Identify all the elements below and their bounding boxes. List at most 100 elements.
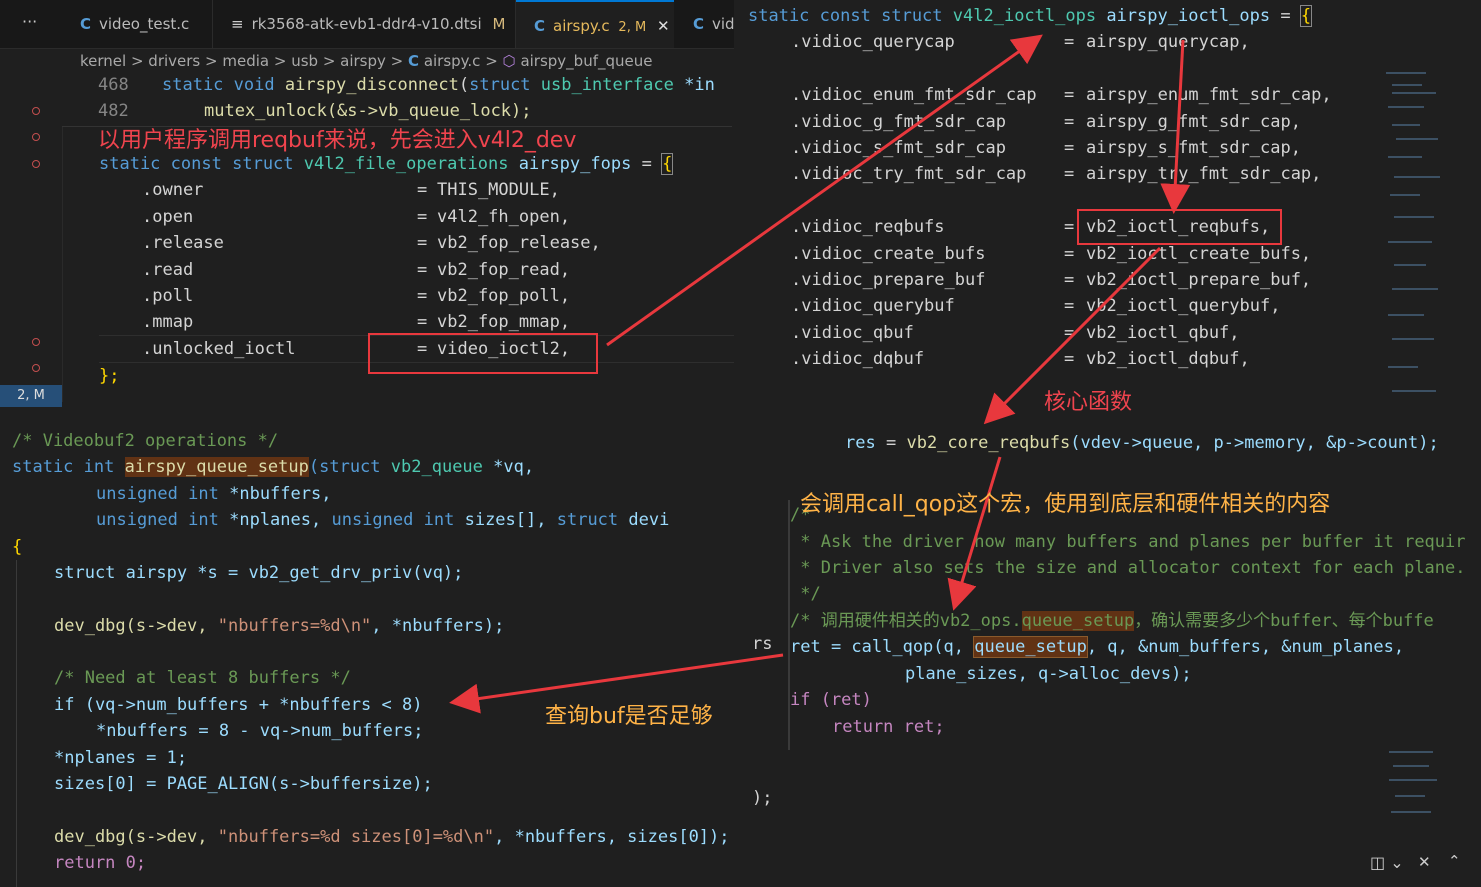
call-qop-panel: /* * Ask the driver how many buffers and… (752, 500, 1481, 815)
tab-modified-badge: M (492, 15, 506, 33)
menu-file-icon: ≡ (231, 15, 244, 33)
close-icon[interactable]: ✕ (657, 17, 670, 35)
comment-line: * Ask the driver how many buffers and pl… (790, 532, 1466, 552)
code-line: static int airspy_queue_setup(struct vb2… (12, 457, 535, 477)
ioctl-value: vb2_ioctl_qbuf, (1086, 323, 1240, 343)
ioctl-key: .vidioc_querycap (791, 32, 955, 52)
code-line: if (vq->num_buffers + *nbuffers < 8) (54, 695, 423, 715)
fops-value: vb2_fop_read, (437, 260, 571, 280)
fops-key: .mmap (142, 312, 194, 332)
breadcrumb-item[interactable]: airspy.c (424, 52, 481, 70)
ioctl-eq: = (1064, 270, 1075, 290)
ioctl-value: airspy_querycap, (1086, 32, 1250, 52)
tab-video-test[interactable]: Cvideo_test.c (62, 0, 213, 48)
tab-label: rk3568-atk-evb1-ddr4-v10.dtsi (251, 15, 482, 33)
ioctl-ops-panel: static const struct v4l2_ioctl_ops airsp… (734, 0, 1481, 388)
fops-key: .unlocked_ioctl (142, 339, 296, 359)
breadcrumb-item[interactable]: kernel (80, 52, 126, 70)
code-line: dev_dbg(s->dev, "nbuffers=%d sizes[0]=%d… (54, 827, 730, 847)
layout-toggle-icon[interactable]: ◫ ⌄ (1370, 853, 1404, 872)
ioctl-value: airspy_s_fmt_sdr_cap, (1086, 138, 1301, 158)
status-badge: 2, M (0, 385, 62, 407)
ioctl-value: airspy_enum_fmt_sdr_cap, (1086, 85, 1332, 105)
tab-label: vid (712, 15, 735, 33)
c-file-icon: C (693, 15, 705, 33)
comment-line: * Driver also sets the size and allocato… (790, 558, 1466, 578)
ioctl-key: .vidioc_qbuf (791, 323, 914, 343)
fops-eq: = (417, 233, 428, 253)
ioctl-eq: = (1064, 349, 1075, 369)
code-fragment: ); (752, 788, 773, 808)
code-line: if (ret) (790, 690, 872, 710)
ioctl-value: vb2_ioctl_dqbuf, (1086, 349, 1250, 369)
tab-dtsi[interactable]: ≡ rk3568-atk-evb1-ddr4-v10.dtsi M (213, 0, 516, 48)
ioctl-key: .vidioc_dqbuf (791, 349, 925, 369)
line-number: 482 (98, 101, 129, 121)
ioctl-key: .vidioc_s_fmt_sdr_cap (791, 138, 1006, 158)
annotation-core-function: 核心函数 (1044, 390, 1133, 415)
code-line: dev_dbg(s->dev, "nbuffers=%d\n", *nbuffe… (54, 616, 505, 636)
scroll-up-icon[interactable]: ⌃ (1448, 852, 1461, 870)
breakpoint-icon[interactable] (32, 338, 40, 346)
fops-key: .release (142, 233, 224, 253)
breadcrumb-item[interactable]: usb (291, 52, 318, 70)
line-number: 468 (98, 75, 129, 95)
code-line: ret = call_qop(q, queue_setup, q, &num_b… (790, 636, 1405, 658)
fops-value: THIS_MODULE, (437, 180, 560, 200)
breakpoint-icon[interactable] (32, 364, 40, 372)
ioctl-eq: = (1064, 164, 1075, 184)
ioctl-eq: = (1064, 112, 1075, 132)
ioctl-eq: = (1064, 323, 1075, 343)
reqbufs-call-panel: res = vb2_core_reqbufs(vdev->queue, p->m… (745, 420, 1481, 490)
code-line: return ret; (832, 717, 945, 737)
breakpoint-icon[interactable] (32, 133, 40, 141)
ioctl-eq: = (1064, 296, 1075, 316)
ioctl-key: .vidioc_reqbufs (791, 217, 945, 237)
comment-line: /* Need at least 8 buffers */ (54, 668, 351, 688)
fops-value: vb2_fop_mmap, (437, 312, 571, 332)
fops-key: .owner (142, 180, 204, 200)
tab-airspy[interactable]: Cairspy.c 2, M ✕ (516, 0, 674, 48)
ioctl-key: .vidioc_prepare_buf (791, 270, 986, 290)
c-file-icon: C (534, 17, 546, 35)
breakpoint-icon[interactable] (32, 160, 40, 168)
code-line: return 0; (54, 853, 147, 873)
ioctl-key: .vidioc_enum_fmt_sdr_cap (791, 85, 1037, 105)
close-panel-icon[interactable]: ✕ (1418, 853, 1431, 871)
breadcrumb-item[interactable]: media (222, 52, 269, 70)
fops-eq: = (417, 180, 428, 200)
breakpoint-icon[interactable] (32, 107, 40, 115)
more-tabs-icon[interactable]: ··· (22, 12, 37, 31)
annotation-fops-note: 以用户程序调用reqbuf来说，先会进入v4l2_dev (98, 128, 577, 153)
ioctl-value: airspy_g_fmt_sdr_cap, (1086, 112, 1301, 132)
ioctl-eq: = (1064, 32, 1075, 52)
code-line: res = vb2_core_reqbufs(vdev->queue, p->m… (845, 433, 1439, 453)
ioctl-value: vb2_ioctl_prepare_buf, (1086, 270, 1312, 290)
unlocked-ioctl-highlight-box (368, 333, 598, 374)
sticky-scroll: 468 static void airspy_disconnect(struct… (62, 72, 732, 127)
code-fragment: rs (752, 634, 773, 654)
breadcrumb-item[interactable]: drivers (148, 52, 200, 70)
comment-line: /* 调用硬件相关的vb2_ops.queue_setup，确认需要多少个buf… (790, 611, 1434, 631)
code-line: unsigned int *nbuffers, (96, 484, 332, 504)
breadcrumb-item[interactable]: airspy_buf_queue (520, 52, 652, 70)
minimap (1382, 66, 1440, 406)
annotation-call-qop: 会调用call_qop这个宏，使用到底层和硬件相关的内容 (800, 492, 1331, 517)
ioctl-value: airspy_try_fmt_sdr_cap, (1086, 164, 1322, 184)
fops-eq: = (417, 207, 428, 227)
breadcrumb-item[interactable]: airspy (340, 52, 386, 70)
tab-label: airspy.c (553, 17, 610, 35)
fops-value: vb2_fop_release, (437, 233, 601, 253)
c-file-icon: C (80, 15, 92, 33)
code-line: sizes[0] = PAGE_ALIGN(s->buffersize); (54, 774, 433, 794)
ioctl-key: .vidioc_create_bufs (791, 244, 986, 264)
tab-label: video_test.c (99, 15, 190, 33)
closing-brace: }; (99, 366, 120, 386)
fops-eq: = (417, 286, 428, 306)
ioctl-eq: = (1064, 217, 1075, 237)
comment-line: */ (790, 584, 821, 604)
code-line: static const struct v4l2_file_operations… (99, 153, 674, 175)
tab-problems-badge: 2, M (618, 20, 647, 35)
ioctl-eq: = (1064, 244, 1075, 264)
code-line: *nbuffers = 8 - vq->num_buffers; (96, 721, 424, 741)
